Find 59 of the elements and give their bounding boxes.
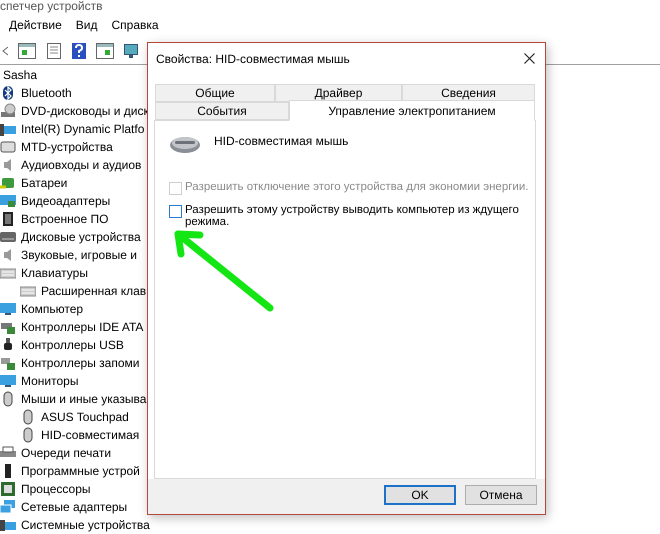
- tree-item[interactable]: Программные устрой: [21, 462, 140, 480]
- menu-item[interactable]: Справка: [111, 16, 159, 34]
- tree-item[interactable]: Расширенная клав: [41, 282, 146, 300]
- tab[interactable]: Общие: [155, 84, 275, 102]
- tab[interactable]: Драйвер: [275, 84, 402, 102]
- tab[interactable]: Управление электропитанием: [289, 100, 535, 121]
- tree-item[interactable]: Intel(R) Dynamic Platfo: [21, 120, 144, 138]
- checkbox-label: Разрешить отключение этого устройства для экономии энергии.: [185, 181, 530, 193]
- disc-drive-icon: [0, 103, 16, 119]
- device-icon: [0, 517, 16, 533]
- tree-item[interactable]: Клавиатуры: [21, 264, 88, 282]
- tree-item[interactable]: Аудиовходы и аудиов: [21, 156, 142, 174]
- tree-item[interactable]: Системные устройства: [21, 516, 150, 534]
- checkbox[interactable]: [169, 205, 182, 218]
- tree-item[interactable]: Процессоры: [21, 480, 90, 498]
- tree-item[interactable]: Мыши и иные указыва: [21, 390, 146, 408]
- tree-item[interactable]: Контроллеры запоми: [21, 354, 140, 372]
- tree-item[interactable]: MTD-устройства: [21, 138, 113, 156]
- monitor-icon: [0, 121, 16, 137]
- tree-item[interactable]: ASUS Touchpad: [41, 408, 129, 426]
- document-icon[interactable]: [46, 42, 62, 59]
- tree-item[interactable]: Контроллеры USB: [21, 336, 124, 354]
- menu-item[interactable]: Действие: [9, 16, 62, 34]
- monitor-icon[interactable]: [124, 42, 138, 59]
- monitor-icon: [0, 373, 16, 389]
- tree-item[interactable]: Батареи: [21, 174, 68, 192]
- window-icon[interactable]: [18, 42, 36, 59]
- tree-item[interactable]: Очереди печати: [21, 444, 112, 462]
- controller-icon: [0, 355, 16, 371]
- menu-item[interactable]: Вид: [76, 16, 98, 34]
- tree-item[interactable]: Мониторы: [21, 372, 78, 390]
- tree-item[interactable]: Дисковые устройства: [21, 228, 141, 246]
- tree-item[interactable]: Видеоадаптеры: [21, 192, 110, 210]
- close-icon[interactable]: [524, 53, 535, 64]
- chip-icon: [0, 211, 16, 227]
- tree-item[interactable]: HID-совместимая: [41, 426, 140, 444]
- help-icon[interactable]: [72, 42, 86, 59]
- tree-item[interactable]: Звуковые, игровые и: [21, 246, 137, 264]
- battery-icon: [0, 175, 16, 191]
- tree-item[interactable]: Bluetooth: [21, 84, 72, 102]
- tree-item[interactable]: Встроенное ПО: [21, 210, 108, 228]
- checkbox-label: Разрешить этому устройству выводить компьютер из ждущего режима.: [185, 204, 520, 228]
- window-title: спетчер устройств: [0, 0, 104, 13]
- tree-item[interactable]: Sasha: [3, 66, 38, 84]
- device-icon: [0, 139, 16, 155]
- chip-icon: [0, 481, 16, 497]
- monitor-icon: [0, 301, 16, 317]
- dialog-button[interactable]: OK: [384, 485, 456, 505]
- tree-item[interactable]: Компьютер: [21, 300, 84, 318]
- dialog-button[interactable]: Отмена: [465, 485, 537, 505]
- window-icon[interactable]: [96, 42, 114, 59]
- device-name: HID-совместимая мышь: [214, 133, 348, 150]
- display-adapter-icon: [0, 193, 16, 209]
- tree-item[interactable]: Сетевые адаптеры: [21, 498, 128, 516]
- tab[interactable]: События: [155, 102, 289, 120]
- dialog-title: Свойства: HID-совместимая мышь: [156, 50, 350, 68]
- tree-item[interactable]: Контроллеры IDE ATA: [21, 318, 144, 336]
- network-icon: [0, 499, 16, 515]
- bluetooth-icon: [0, 85, 16, 101]
